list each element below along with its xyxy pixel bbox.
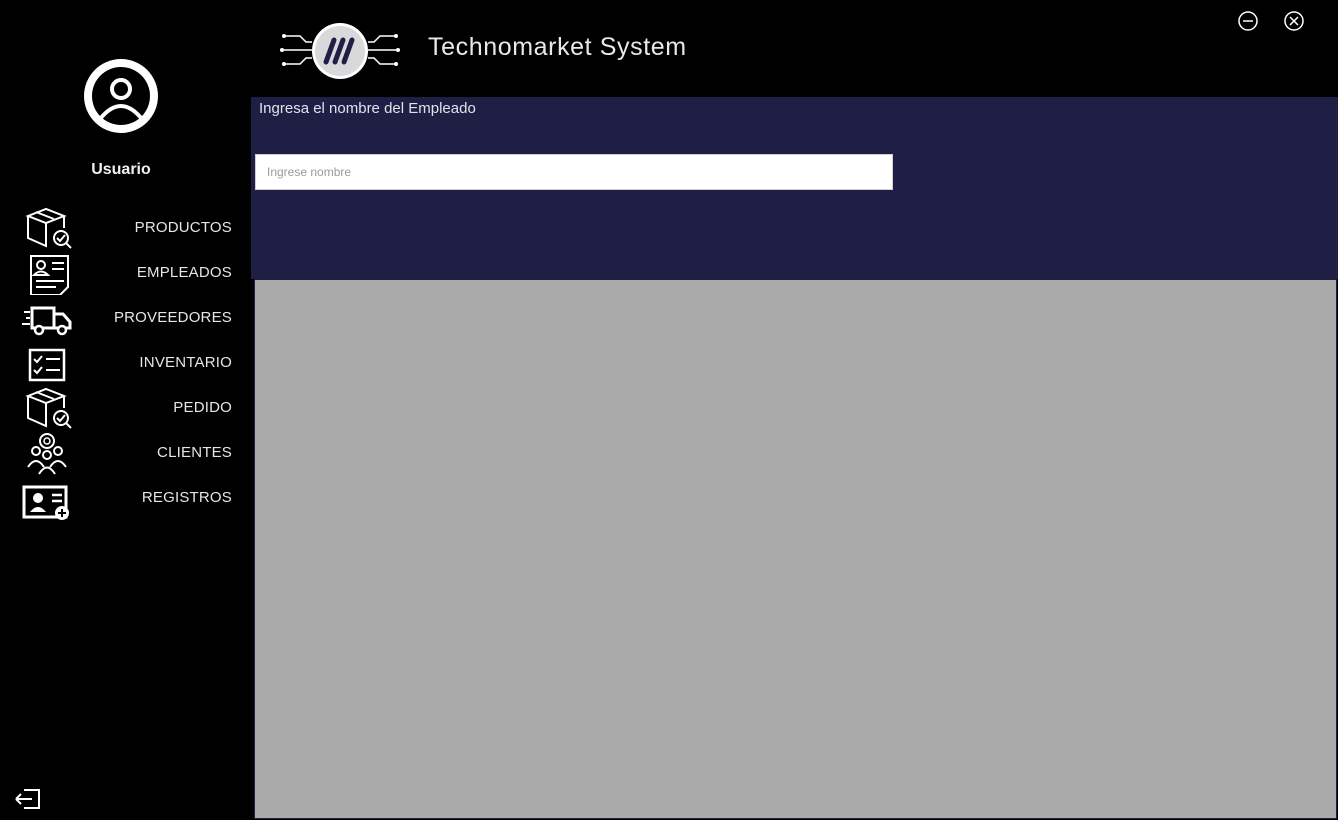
employee-data-grid[interactable] <box>254 279 1337 819</box>
user-name: Usuario <box>91 161 151 178</box>
search-panel: Ingresa el nombre del Empleado <box>251 97 1338 279</box>
sidebar-item-label: PEDIDO <box>173 399 232 416</box>
close-icon[interactable] <box>1283 10 1305 32</box>
sidebar-item-empleados[interactable]: EMPLEADOS <box>18 251 232 295</box>
search-prompt: Ingresa el nombre del Empleado <box>259 100 476 117</box>
minimize-icon[interactable] <box>1237 10 1259 32</box>
delivery-truck-icon <box>22 306 72 336</box>
sidebar-item-label: CLIENTES <box>157 444 232 461</box>
sidebar-item-label: PROVEEDORES <box>113 309 232 326</box>
box-search-icon <box>25 387 72 429</box>
customers-group-icon <box>27 433 67 475</box>
user-card-add-icon <box>22 485 69 520</box>
sidebar: Usuario PRODUCTOS EMPLEADOS PROVEEDORES <box>0 0 250 820</box>
box-search-icon <box>25 207 72 249</box>
sidebar-item-productos[interactable]: PRODUCTOS <box>18 206 232 250</box>
logout-icon[interactable] <box>12 786 42 812</box>
user-avatar-icon <box>84 59 158 133</box>
sidebar-item-inventario[interactable]: INVENTARIO <box>18 341 232 385</box>
sidebar-item-label: INVENTARIO <box>139 354 232 371</box>
app-title: Technomarket System <box>428 33 687 61</box>
employee-document-icon <box>30 255 69 295</box>
sidebar-item-label: EMPLEADOS <box>136 264 232 281</box>
sidebar-item-pedido[interactable]: PEDIDO <box>18 386 232 430</box>
sidebar-item-clientes[interactable]: CLIENTES <box>18 431 232 475</box>
employee-name-input[interactable] <box>255 154 893 190</box>
checklist-icon <box>28 348 66 382</box>
sidebar-item-label: PRODUCTOS <box>134 219 232 236</box>
header: Technomarket System <box>250 0 1338 97</box>
sidebar-item-label: REGISTROS <box>141 489 232 506</box>
sidebar-item-registros[interactable]: REGISTROS <box>18 476 232 520</box>
sidebar-item-proveedores[interactable]: PROVEEDORES <box>18 296 232 340</box>
app-logo-icon <box>280 23 400 79</box>
